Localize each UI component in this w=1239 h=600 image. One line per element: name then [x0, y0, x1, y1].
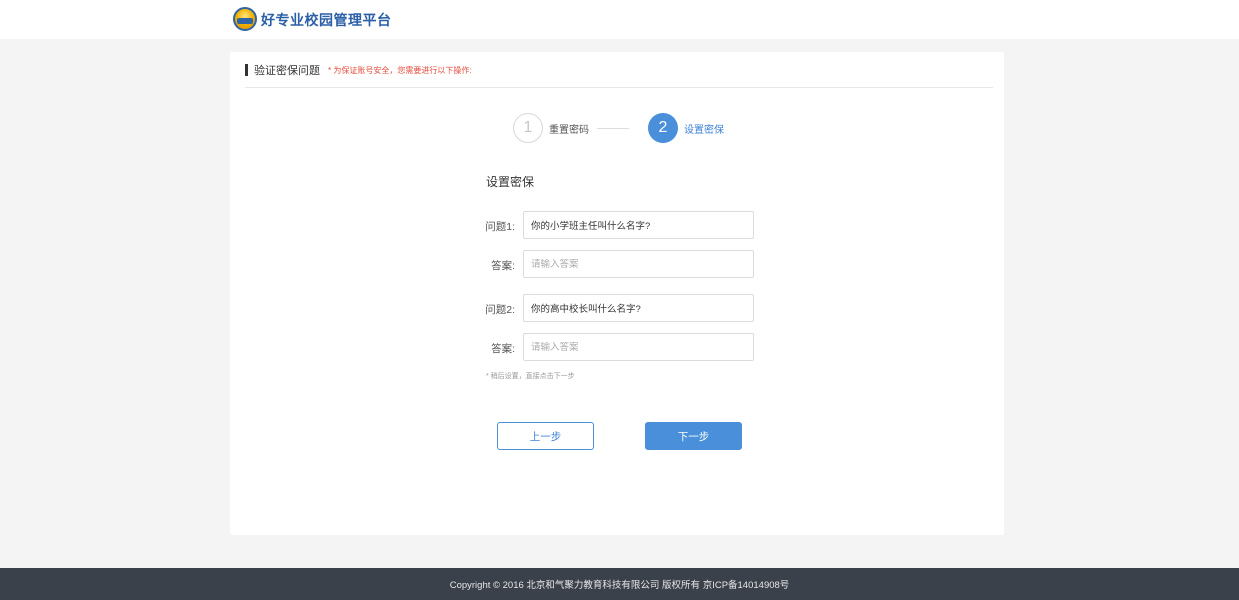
previous-step-button[interactable]: 上一步	[497, 422, 594, 450]
copyright-text: Copyright © 2016 北京和气聚力教育科技有限公司 版权所有 京IC…	[449, 580, 790, 591]
answer1-input[interactable]	[531, 258, 746, 270]
step-label: 重置密码	[549, 124, 589, 136]
next-step-button[interactable]: 下一步	[645, 422, 742, 450]
divider	[245, 87, 993, 88]
answer1-label: 答案:	[491, 260, 515, 272]
answer1-field[interactable]	[523, 250, 754, 278]
question1-label: 问题1:	[485, 221, 515, 233]
answer2-field[interactable]	[523, 333, 754, 361]
answer2-input[interactable]	[531, 341, 746, 353]
brand-title[interactable]: 好专业校园管理平台	[261, 10, 392, 30]
step-number-circle: 2	[648, 113, 678, 143]
answer2-label: 答案:	[491, 343, 515, 355]
question1-value: 你的小学班主任叫什么名字?	[531, 221, 651, 232]
step-reset-password: 1 重置密码	[513, 113, 589, 143]
step-set-security: 2 设置密保	[648, 113, 724, 143]
skip-note: * 稍后设置，直接点击下一步	[486, 373, 575, 380]
step-label: 设置密保	[684, 124, 724, 136]
section-marker	[245, 64, 248, 76]
section-header: 验证密保问题 * 为保证账号安全，您需要进行以下操作:	[245, 63, 472, 77]
question1-select[interactable]: 你的小学班主任叫什么名字?	[523, 211, 754, 239]
section-title: 验证密保问题	[254, 65, 320, 77]
step-connector	[597, 128, 629, 129]
form-title: 设置密保	[486, 175, 535, 189]
school-logo-icon[interactable]	[233, 7, 257, 31]
main-card: 验证密保问题 * 为保证账号安全，您需要进行以下操作: 1 重置密码 2 设置密…	[230, 52, 1004, 535]
footer: Copyright © 2016 北京和气聚力教育科技有限公司 版权所有 京IC…	[0, 568, 1239, 600]
question2-value: 你的高中校长叫什么名字?	[531, 304, 641, 315]
security-hint: * 为保证账号安全，您需要进行以下操作:	[328, 65, 472, 75]
question2-label: 问题2:	[485, 304, 515, 316]
step-number-circle: 1	[513, 113, 543, 143]
question2-select[interactable]: 你的高中校长叫什么名字?	[523, 294, 754, 322]
top-bar: 好专业校园管理平台	[0, 0, 1239, 39]
